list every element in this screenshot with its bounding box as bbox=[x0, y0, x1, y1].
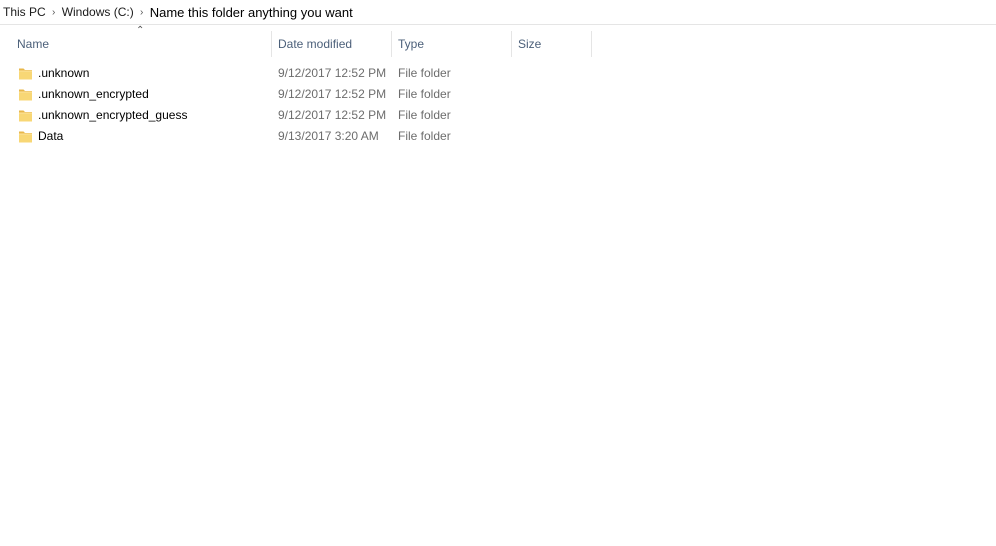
breadcrumb-item-this-pc[interactable]: This PC bbox=[3, 5, 46, 19]
file-size bbox=[518, 63, 590, 84]
file-explorer-window: This PC › Windows (C:) › Name this folde… bbox=[0, 0, 996, 546]
column-header-type[interactable]: Type bbox=[392, 31, 511, 57]
file-date-modified: 9/12/2017 12:52 PM bbox=[278, 87, 387, 101]
file-size bbox=[518, 84, 590, 105]
column-header-name[interactable]: Name bbox=[11, 31, 271, 57]
file-date-modified: 9/12/2017 12:52 PM bbox=[278, 66, 387, 80]
file-type: File folder bbox=[398, 129, 451, 143]
list-item[interactable]: .unknown_encrypted_guess 9/12/2017 12:52… bbox=[0, 105, 996, 126]
breadcrumb-item-windows-c[interactable]: Windows (C:) bbox=[62, 5, 134, 19]
file-type: File folder bbox=[398, 108, 451, 122]
file-list: .unknown 9/12/2017 12:52 PM File folder … bbox=[0, 63, 996, 147]
list-item[interactable]: Data 9/13/2017 3:20 AM File folder bbox=[0, 126, 996, 147]
column-divider[interactable] bbox=[591, 31, 592, 57]
breadcrumb: This PC › Windows (C:) › Name this folde… bbox=[0, 0, 996, 25]
file-name: .unknown bbox=[38, 66, 90, 80]
list-item[interactable]: .unknown_encrypted 9/12/2017 12:52 PM Fi… bbox=[0, 84, 996, 105]
file-name: .unknown_encrypted bbox=[38, 87, 149, 101]
file-name: .unknown_encrypted_guess bbox=[38, 108, 188, 122]
folder-icon bbox=[18, 66, 33, 81]
folder-icon bbox=[18, 129, 33, 144]
file-type: File folder bbox=[398, 87, 451, 101]
file-size bbox=[518, 105, 590, 126]
chevron-right-icon[interactable]: › bbox=[46, 7, 62, 18]
folder-icon bbox=[18, 87, 33, 102]
file-size bbox=[518, 126, 590, 147]
file-name: Data bbox=[38, 129, 64, 143]
file-date-modified: 9/13/2017 3:20 AM bbox=[278, 129, 379, 143]
file-type: File folder bbox=[398, 66, 451, 80]
column-headers: ⌃ Name Date modified Type Size bbox=[0, 25, 996, 62]
chevron-right-icon[interactable]: › bbox=[134, 7, 150, 18]
breadcrumb-item-current-folder[interactable]: Name this folder anything you want bbox=[150, 5, 353, 20]
column-header-size[interactable]: Size bbox=[512, 31, 591, 57]
column-header-date-modified[interactable]: Date modified bbox=[272, 31, 391, 57]
list-item[interactable]: .unknown 9/12/2017 12:52 PM File folder bbox=[0, 63, 996, 84]
folder-icon bbox=[18, 108, 33, 123]
file-date-modified: 9/12/2017 12:52 PM bbox=[278, 108, 387, 122]
